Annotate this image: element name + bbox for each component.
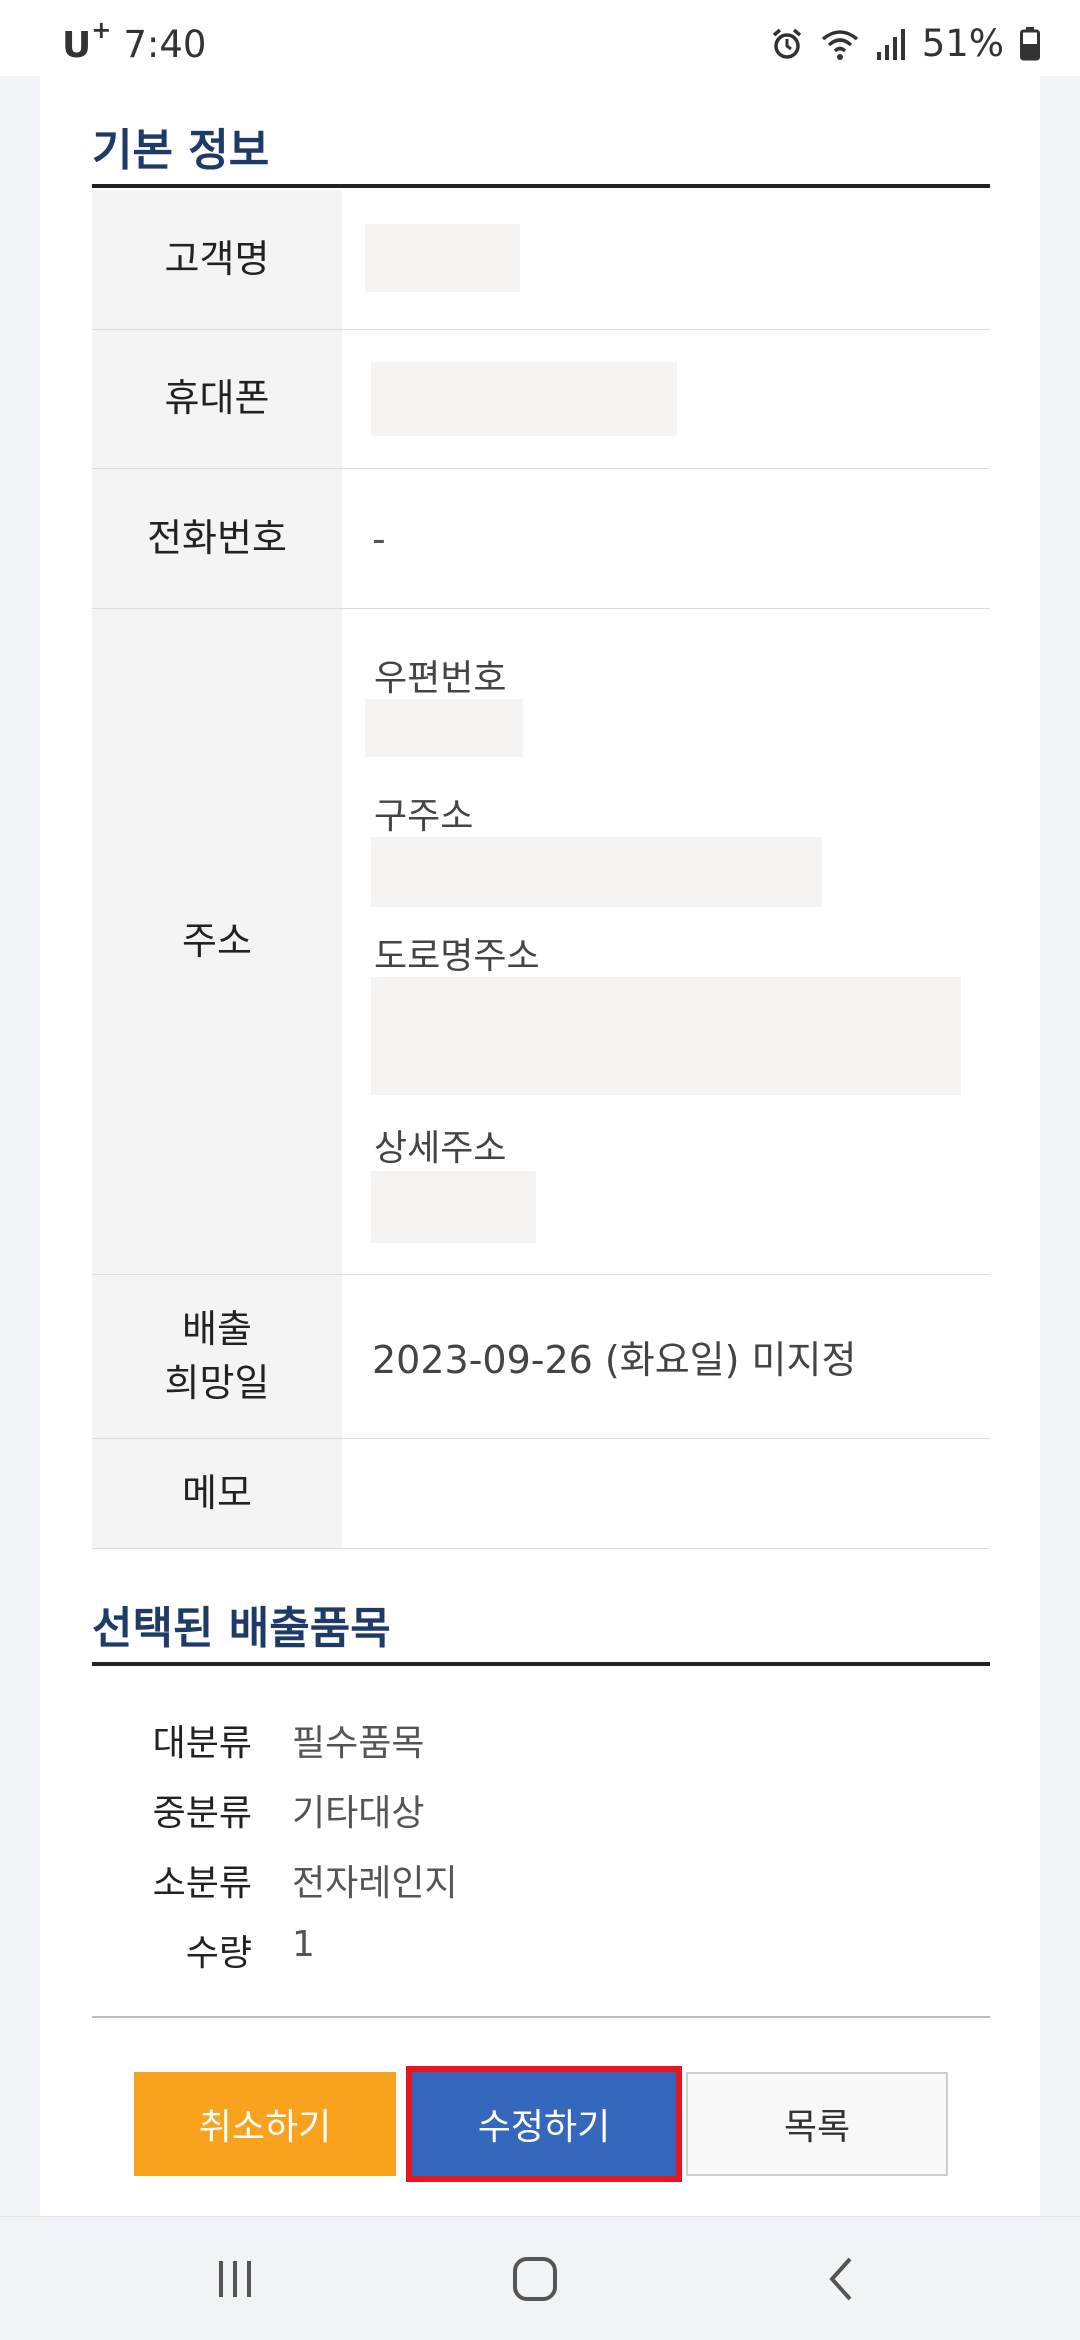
carrier-sup: + — [91, 16, 112, 44]
selected-items-rule — [92, 1662, 990, 1666]
status-left: U+ 7:40 — [62, 16, 207, 66]
signal-icon — [876, 28, 906, 60]
clock: 7:40 — [123, 22, 207, 66]
status-right: 51% — [770, 22, 1040, 65]
redacted-mobile — [371, 362, 677, 436]
customer-name-value — [342, 190, 990, 329]
desired-date-value: 2023-09-26 (화요일) 미지정 — [372, 1338, 857, 1382]
phone-value: - — [372, 516, 386, 561]
edit-button[interactable]: 수정하기 — [406, 2066, 682, 2182]
carrier-text: U — [62, 25, 92, 66]
memo-value — [342, 1439, 990, 1548]
alarm-icon — [770, 27, 804, 61]
address-value: 우편번호 구주소 도로명주소 상세주소 — [342, 609, 990, 1274]
redacted-old-address — [371, 837, 822, 907]
redacted-detail-address — [371, 1171, 536, 1243]
customer-name-label: 고객명 — [92, 190, 342, 329]
home-icon[interactable] — [500, 2247, 570, 2311]
cancel-button[interactable]: 취소하기 — [134, 2072, 396, 2176]
wifi-icon — [820, 27, 860, 61]
back-icon[interactable] — [806, 2247, 876, 2311]
old-address-label: 구주소 — [374, 796, 474, 837]
address-label: 주소 — [92, 609, 342, 1274]
recent-apps-icon[interactable] — [200, 2247, 270, 2311]
memo-label: 메모 — [92, 1439, 342, 1548]
mobile-value — [342, 330, 990, 468]
item-key: 중분류 — [152, 1793, 252, 1834]
redacted-road-address — [371, 977, 961, 1095]
item-key: 수량 — [185, 1933, 252, 1974]
list-button[interactable]: 목록 — [686, 2072, 948, 2176]
carrier-logo: U+ — [62, 16, 111, 66]
items-bottom-rule — [92, 2016, 990, 2018]
item-key: 소분류 — [152, 1863, 252, 1904]
detail-address-label: 상세주소 — [374, 1128, 507, 1169]
customer-name-row: 고객명 — [92, 190, 990, 330]
item-key: 대분류 — [152, 1723, 252, 1764]
desired-date-row: 배출 희망일 2023-09-26 (화요일) 미지정 — [92, 1275, 990, 1439]
battery-icon — [1020, 26, 1040, 61]
postcode-label: 우편번호 — [374, 658, 507, 699]
item-value: 1 — [292, 1924, 315, 1965]
mobile-label: 휴대폰 — [92, 330, 342, 468]
address-row: 주소 우편번호 구주소 도로명주소 상세주소 — [92, 609, 990, 1275]
redacted-postcode — [365, 699, 523, 757]
battery-percent: 51% — [921, 22, 1004, 65]
item-value: 필수품목 — [292, 1723, 425, 1764]
desired-date-label: 배출 희망일 — [92, 1275, 342, 1438]
road-address-label: 도로명주소 — [374, 936, 540, 977]
basic-info-rule — [92, 184, 990, 188]
phone-label: 전화번호 — [92, 469, 342, 608]
status-bar: U+ 7:40 51% — [0, 0, 1080, 76]
selected-items-title: 선택된 배출품목 — [92, 1603, 391, 1654]
memo-row: 메모 — [92, 1439, 990, 1549]
phone-row: 전화번호 - — [92, 469, 990, 609]
desired-date-label-line1: 배출 — [182, 1307, 252, 1352]
mobile-row: 휴대폰 — [92, 330, 990, 469]
desired-date-label-line2: 희망일 — [164, 1360, 270, 1405]
item-value: 전자레인지 — [292, 1863, 458, 1904]
item-value: 기타대상 — [292, 1793, 425, 1834]
navigation-bar — [0, 2216, 1080, 2340]
basic-info-title: 기본 정보 — [92, 125, 270, 176]
redacted-name — [365, 224, 520, 292]
basic-info-table: 고객명 휴대폰 전화번호 - 주소 우편번호 구주소 도로명주소 상세주소 배출… — [92, 190, 990, 1549]
